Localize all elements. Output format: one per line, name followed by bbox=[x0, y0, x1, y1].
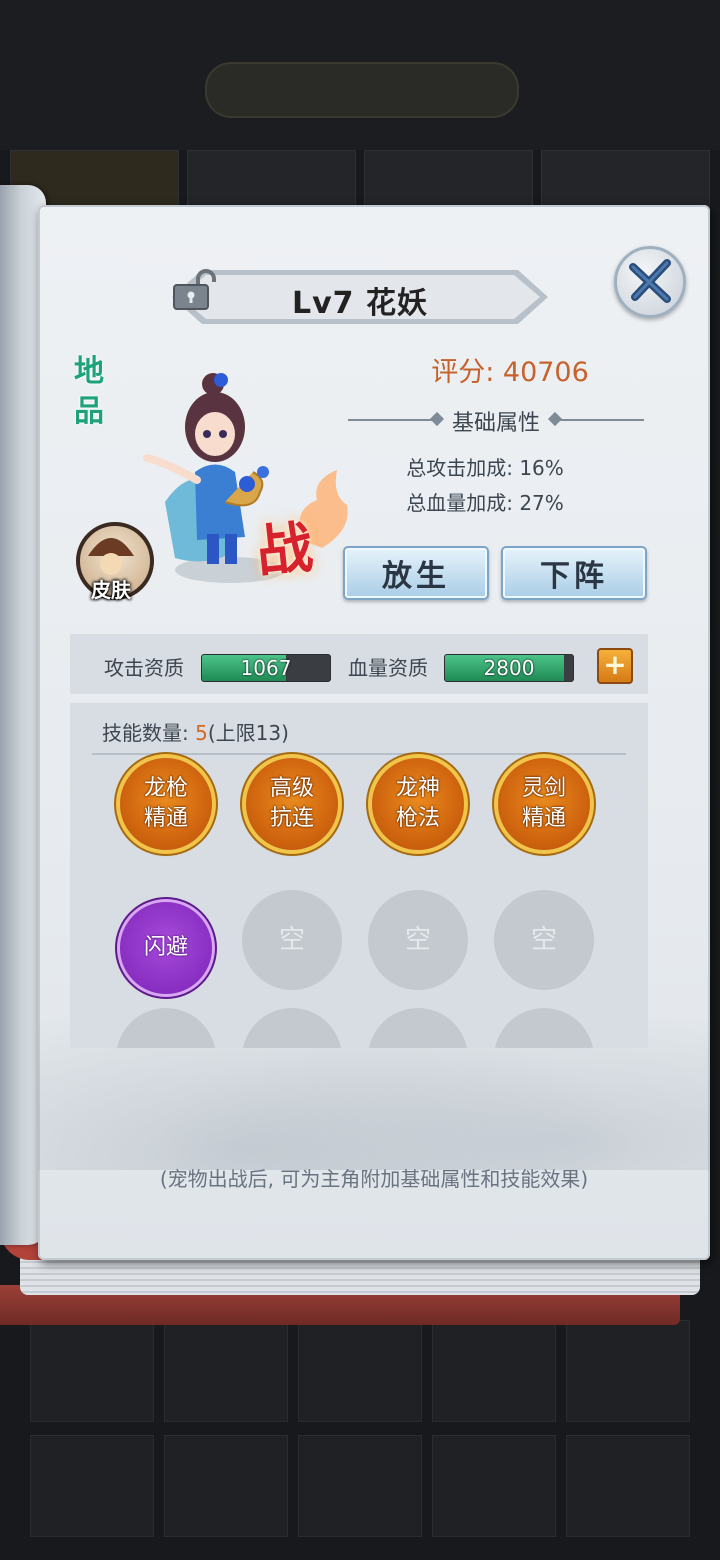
background-cell bbox=[298, 1435, 422, 1537]
skill-name-line: 精通 bbox=[521, 806, 566, 831]
skill-name-line: 灵剑 bbox=[521, 776, 566, 801]
skill-name-line: 龙枪 bbox=[143, 776, 188, 801]
skill-name: 空 bbox=[405, 925, 431, 955]
background-tab bbox=[541, 150, 710, 210]
attack-aptitude-bar: 1067 bbox=[201, 654, 331, 682]
background-cell bbox=[164, 1320, 288, 1422]
skill-name-line: 精通 bbox=[143, 806, 188, 831]
attack-aptitude-label: 攻击资质 bbox=[104, 656, 184, 680]
base-attributes-header: 基础属性 bbox=[340, 402, 652, 438]
pet-title: Lv7 花妖 bbox=[292, 286, 428, 321]
skill-limit: (上限13) bbox=[207, 721, 289, 745]
skill-name-line: 枪法 bbox=[395, 806, 440, 831]
unlock-icon[interactable] bbox=[172, 268, 216, 310]
hp-aptitude-label: 血量资质 bbox=[348, 656, 428, 680]
hp-aptitude-bar: 2800 bbox=[444, 654, 574, 682]
skill-name-line: 空 bbox=[530, 925, 557, 955]
background-tabs bbox=[10, 150, 710, 210]
close-button[interactable] bbox=[614, 246, 686, 318]
skill-panel: 技能数量: 5(上限13) 龙枪精通 高级抗连 龙神枪法 灵剑精通闪避 空 空 空 bbox=[70, 703, 648, 1048]
skill-slot[interactable]: 高级 抗连 bbox=[246, 758, 338, 850]
background-tab bbox=[187, 150, 356, 210]
skill-name: 空 bbox=[279, 925, 305, 955]
background-cell bbox=[432, 1435, 556, 1537]
skill-count-label: 技能数量: bbox=[102, 721, 196, 745]
skill-name: 空 bbox=[531, 925, 557, 955]
skill-count: 技能数量: 5(上限13) bbox=[102, 717, 289, 746]
background-cell bbox=[566, 1320, 690, 1422]
background-grid bbox=[30, 1320, 690, 1540]
divider bbox=[92, 753, 626, 755]
attr-hp-bonus: 总血量加成: 27% bbox=[370, 487, 600, 516]
skill-name-line: 空 bbox=[404, 925, 431, 955]
skill-count-value: 5 bbox=[195, 721, 208, 745]
empty-skill-slot[interactable]: 空 bbox=[494, 890, 594, 990]
empty-skill-slot[interactable]: 空 bbox=[368, 890, 468, 990]
skill-name: 龙枪 精通 bbox=[144, 774, 188, 834]
in-battle-mark: 战 bbox=[253, 514, 316, 586]
background-cell bbox=[30, 1435, 154, 1537]
skill-slot[interactable]: 闪避 bbox=[120, 902, 212, 994]
skill-name-line: 高级 bbox=[269, 776, 314, 801]
attr-label: 总攻击加成: bbox=[406, 456, 520, 480]
add-aptitude-button[interactable]: + bbox=[597, 648, 633, 684]
empty-skill-slot[interactable] bbox=[368, 1008, 468, 1048]
skill-name: 灵剑 精通 bbox=[522, 774, 566, 834]
skill-slot[interactable]: 龙神 枪法 bbox=[372, 758, 464, 850]
footer-note: (宠物出战后, 可为主角附加基础属性和技能效果) bbox=[159, 1167, 589, 1191]
attr-label: 总血量加成: bbox=[406, 491, 520, 515]
background-cell bbox=[164, 1435, 288, 1537]
skin-button[interactable]: 皮肤 bbox=[72, 522, 154, 602]
empty-skill-slot[interactable] bbox=[242, 1008, 342, 1048]
background-cell bbox=[432, 1320, 556, 1422]
close-icon bbox=[629, 259, 671, 303]
background-title-pill bbox=[205, 62, 519, 118]
empty-skill-slot[interactable] bbox=[494, 1008, 594, 1048]
attr-attack-bonus: 总攻击加成: 16% bbox=[370, 452, 600, 481]
score-label: 评分: bbox=[431, 357, 503, 388]
attr-value: 27% bbox=[519, 491, 564, 515]
skill-name-line: 龙神 bbox=[395, 776, 440, 801]
empty-skill-slot[interactable]: 空 bbox=[242, 890, 342, 990]
hp-aptitude-value: 2800 bbox=[483, 656, 535, 680]
background-tab bbox=[364, 150, 533, 210]
attack-aptitude-value: 1067 bbox=[240, 656, 292, 680]
score-value: 40706 bbox=[502, 357, 589, 388]
skill-name-line: 空 bbox=[278, 925, 305, 955]
release-button[interactable]: 放生 bbox=[343, 546, 489, 600]
background-cell bbox=[30, 1320, 154, 1422]
base-attributes-title: 基础属性 bbox=[451, 411, 540, 436]
empty-skill-slot[interactable] bbox=[116, 1008, 216, 1048]
background-cell bbox=[566, 1435, 690, 1537]
skin-label: 皮肤 bbox=[91, 578, 131, 602]
skill-name: 高级 抗连 bbox=[270, 774, 314, 834]
divider-line bbox=[554, 419, 644, 421]
title-banner: Lv7 花妖 bbox=[172, 268, 548, 326]
dismiss-button[interactable]: 下阵 bbox=[501, 546, 647, 600]
grade-char: 地 bbox=[74, 354, 104, 389]
grade-char: 品 bbox=[74, 394, 104, 429]
skill-name: 闪避 bbox=[144, 933, 188, 963]
skill-name-line: 抗连 bbox=[269, 806, 314, 831]
attr-value: 16% bbox=[519, 456, 564, 480]
skill-slot[interactable]: 灵剑 精通 bbox=[498, 758, 590, 850]
skill-name: 龙神 枪法 bbox=[396, 774, 440, 834]
pet-score: 评分: 40706 bbox=[380, 350, 640, 389]
skill-name-line: 闪避 bbox=[143, 935, 188, 960]
pet-grade-badge: 地品 bbox=[66, 352, 112, 432]
aptitude-panel: 攻击资质 1067 血量资质 2800 + bbox=[70, 634, 648, 694]
background-cell bbox=[298, 1320, 422, 1422]
skill-slot[interactable]: 龙枪 精通 bbox=[120, 758, 212, 850]
